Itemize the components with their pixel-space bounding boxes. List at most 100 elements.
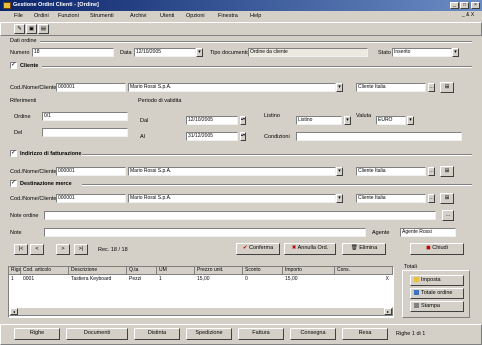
condizioni-field[interactable] xyxy=(296,132,462,141)
destinazione-lookup-icon[interactable]: … xyxy=(428,194,435,203)
totale-button[interactable]: Totale ordine xyxy=(410,288,464,299)
grid-header-sconto[interactable]: Sconto xyxy=(243,267,283,275)
dal-spin[interactable]: ▴▾ xyxy=(240,116,246,125)
data-dropdown-icon[interactable]: ▾ xyxy=(196,48,203,57)
tab-documenti[interactable]: Documenti xyxy=(66,328,128,340)
grid-header-codice[interactable]: Cod. articolo xyxy=(21,267,69,275)
app-icon xyxy=(3,2,11,9)
row-prezzo: 15,00 xyxy=(197,276,210,282)
fatturare-title: Indirizzo di fatturazione xyxy=(20,151,82,157)
cliente-detail-button[interactable]: ⊞ xyxy=(440,82,454,93)
data-field[interactable]: 12/10/2005 xyxy=(134,48,196,57)
destinazione-checkbox[interactable]: ✓ xyxy=(10,180,17,187)
grid-header-prezzo[interactable]: Prezzo unit. xyxy=(195,267,243,275)
grid-header-riga[interactable]: Riga xyxy=(9,267,21,275)
al-spin[interactable]: ▴▾ xyxy=(240,132,246,141)
ordine-field[interactable]: 0/1 xyxy=(42,112,128,121)
al-field[interactable]: 31/12/2005 xyxy=(186,132,238,141)
save-icon[interactable]: ▣ xyxy=(26,24,37,34)
cliente-lookup-icon[interactable]: … xyxy=(428,83,435,92)
close-button[interactable]: × xyxy=(471,2,480,9)
mdi-controls[interactable]: _ & X xyxy=(462,12,474,18)
last-record-button[interactable]: >| xyxy=(74,244,88,255)
destinazione-cod-field[interactable]: 000001 xyxy=(56,194,126,203)
menu-finestra[interactable]: Finestra xyxy=(218,13,238,19)
ordine-label: Ordine xyxy=(14,114,31,120)
fatturare-divider xyxy=(82,154,472,156)
cancel-order-button[interactable]: ✖ Annulla Ord. xyxy=(284,243,336,255)
del-field[interactable] xyxy=(42,128,128,137)
fatturare-extra-field[interactable]: Cliente Italia xyxy=(356,167,426,176)
first-record-button[interactable]: |< xyxy=(14,244,28,255)
prev-record-button[interactable]: < xyxy=(30,244,44,255)
grid-header-descrizione[interactable]: Descrizione xyxy=(69,267,127,275)
note-ordine-button[interactable]: … xyxy=(442,210,454,221)
grid-horizontal-scrollbar[interactable] xyxy=(9,307,393,316)
imposta-button[interactable]: Imposta xyxy=(410,275,464,286)
destinazione-dropdown-icon[interactable]: ▾ xyxy=(336,194,343,203)
agente-field[interactable]: Agente Rossi xyxy=(400,228,456,237)
menu-utenti[interactable]: Utenti xyxy=(160,13,174,19)
tab-distinta[interactable]: Distinta xyxy=(134,328,180,340)
grid-header-qta[interactable]: Q.ta xyxy=(127,267,157,275)
destinazione-detail-button[interactable]: ⊞ xyxy=(440,193,454,204)
destinazione-divider xyxy=(82,184,472,186)
fatturare-checkbox[interactable]: ✓ xyxy=(10,150,17,157)
destinazione-name-field[interactable]: Mario Rossi S.p.A. xyxy=(128,194,336,203)
valuta-dropdown-icon[interactable]: ▾ xyxy=(407,116,414,125)
confirm-button[interactable]: ✔ Conferma xyxy=(236,243,280,255)
next-record-button[interactable]: > xyxy=(56,244,70,255)
numero-field[interactable]: 18 xyxy=(32,48,114,57)
menu-funzioni[interactable]: Funzioni xyxy=(58,13,79,19)
fatturare-detail-button[interactable]: ⊞ xyxy=(440,166,454,177)
scroll-left-icon[interactable]: ◂ xyxy=(10,308,18,315)
fatturare-name-field[interactable]: Mario Rossi S.p.A. xyxy=(128,167,336,176)
tipo-doc-field[interactable]: Ordine da cliente xyxy=(248,48,368,57)
menu-opzioni[interactable]: Opzioni xyxy=(186,13,205,19)
row-um: 1 xyxy=(159,276,162,282)
listino-field[interactable]: Listino xyxy=(296,116,342,125)
stampa-button[interactable]: Stampa xyxy=(410,301,464,312)
cliente-dropdown-icon[interactable]: ▾ xyxy=(336,83,343,92)
head-divider xyxy=(40,41,472,43)
cliente-name-field[interactable]: Mario Rossi S.p.A. xyxy=(128,83,336,92)
fatturare-cod-field[interactable]: 000001 xyxy=(56,167,126,176)
grid-header-um[interactable]: UM xyxy=(157,267,195,275)
stato-dropdown-icon[interactable]: ▾ xyxy=(452,48,459,57)
numero-label: Numero xyxy=(10,50,30,56)
delete-button[interactable]: 🗑 Elimina xyxy=(342,243,386,255)
print-icon[interactable]: ▤ xyxy=(38,24,49,34)
cliente-checkbox[interactable]: ✓ xyxy=(10,62,17,69)
periodo-label: Periodo di validita xyxy=(138,98,182,104)
listino-dropdown-icon[interactable]: ▾ xyxy=(344,116,351,125)
menu-archivi[interactable]: Archivi xyxy=(130,13,147,19)
maximize-button[interactable]: □ xyxy=(460,2,469,9)
grid-header-importo[interactable]: Importo xyxy=(283,267,335,275)
stato-field[interactable]: Inserito xyxy=(392,48,452,57)
cliente-extra-field[interactable]: Cliente Italia xyxy=(356,83,426,92)
cliente-cod-label: Cod./Nome/Cliente xyxy=(10,85,57,91)
note-field[interactable] xyxy=(44,228,366,237)
menu-help[interactable]: Help xyxy=(250,13,261,19)
tab-fattura[interactable]: Fattura xyxy=(238,328,284,340)
grid-header-consegna[interactable]: Cons. xyxy=(335,267,393,275)
tab-righe[interactable]: Righe xyxy=(14,328,60,340)
destinazione-title: Destinazione merce xyxy=(20,181,72,187)
menu-strumenti[interactable]: Strumenti xyxy=(90,13,114,19)
tab-resa[interactable]: Resa xyxy=(342,328,388,340)
note-ordine-field[interactable] xyxy=(44,211,436,220)
cliente-cod-field[interactable]: 000001 xyxy=(56,83,126,92)
close-window-button[interactable]: ◼ Chiudi xyxy=(410,243,464,255)
new-icon[interactable]: ✎ xyxy=(14,24,25,34)
dal-field[interactable]: 12/10/2005 xyxy=(186,116,238,125)
scroll-right-icon[interactable]: ▸ xyxy=(384,308,392,315)
destinazione-extra-field[interactable]: Cliente Italia xyxy=(356,194,426,203)
fatturare-dropdown-icon[interactable]: ▾ xyxy=(336,167,343,176)
fatturare-lookup-icon[interactable]: … xyxy=(428,167,435,176)
menu-file[interactable]: File xyxy=(14,13,23,19)
tab-consegna[interactable]: Consegna xyxy=(290,328,336,340)
tab-spedizione[interactable]: Spedizione xyxy=(186,328,232,340)
minimize-button[interactable]: _ xyxy=(450,2,459,9)
menu-ordini[interactable]: Ordini xyxy=(34,13,49,19)
valuta-field[interactable]: EURO xyxy=(376,116,406,125)
